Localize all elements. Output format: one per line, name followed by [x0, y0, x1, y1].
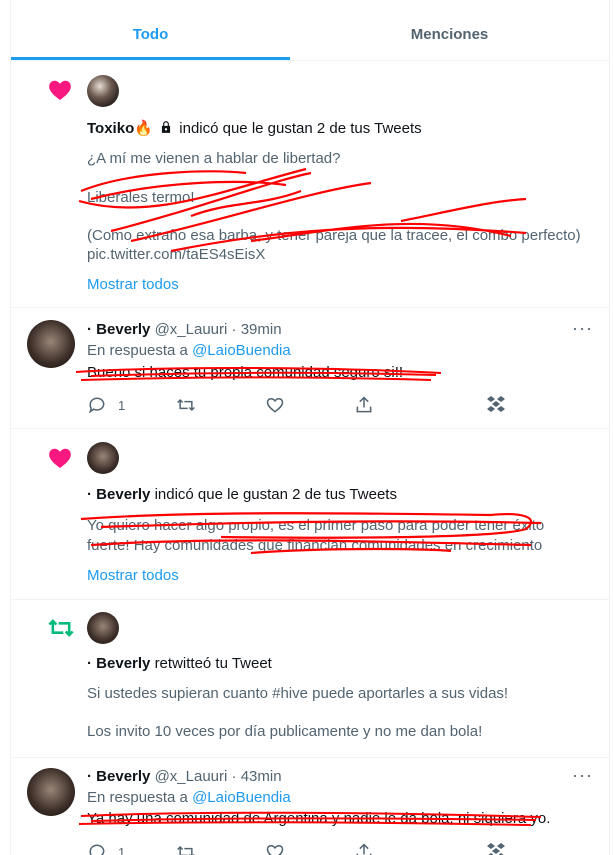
reply-label: En respuesta a	[87, 789, 188, 806]
reply-label: En respuesta a	[87, 342, 188, 359]
tweet-link[interactable]: pic.twitter.com/taES4sEisX	[87, 245, 265, 265]
more-options-icon[interactable]: ···	[572, 765, 593, 786]
retweet-icon[interactable]	[176, 395, 196, 415]
name-prefix: ·	[87, 486, 92, 503]
user-name[interactable]: Beverly	[96, 655, 150, 672]
user-name[interactable]: Beverly	[96, 321, 150, 338]
reply-context: En respuesta a @LaioBuendia	[87, 341, 291, 361]
like-icon[interactable]	[265, 395, 285, 415]
tweet-text-line: fuerte! Hay comunidades que financian co…	[87, 537, 543, 554]
reply-to-link[interactable]: @LaioBuendia	[192, 342, 291, 359]
tweet-text: Ya hay una comunidad de Argentina y nadi…	[87, 810, 551, 827]
user-handle[interactable]: @x_Lauuri	[155, 768, 228, 785]
notification-action: indicó que le gustan 2 de tus Tweets	[154, 486, 397, 503]
avatar[interactable]	[27, 768, 75, 816]
show-all-link[interactable]: Mostrar todos	[87, 275, 179, 295]
tweet-text-line: Liberales termo!	[87, 189, 195, 206]
user-name[interactable]: Beverly	[96, 486, 150, 503]
avatar[interactable]	[87, 442, 119, 474]
analytics-icon[interactable]	[485, 395, 507, 413]
avatar[interactable]	[87, 612, 119, 644]
tweet-text-line: Si ustedes supieran cuanto #hive puede a…	[87, 685, 509, 702]
share-icon[interactable]	[354, 842, 374, 855]
user-name[interactable]: Toxiko	[87, 120, 134, 137]
heart-icon	[49, 448, 71, 468]
lock-icon	[162, 121, 171, 133]
analytics-icon[interactable]	[485, 842, 507, 855]
tweet-text-line: Los invito 10 veces por día publicamente…	[87, 723, 483, 740]
reply-tweet[interactable]: · Beverly @x_Lauuri · 39min ··· En respu…	[11, 308, 609, 429]
tweet-text: Bueno si haces tu propia comunidad segur…	[87, 364, 404, 381]
like-notification[interactable]: · Beverly indicó que le gustan 2 de tus …	[11, 429, 609, 600]
retweet-notification[interactable]: · Beverly retwitteó tu Tweet Si ustedes …	[11, 600, 609, 758]
notification-action: indicó que le gustan 2 de tus Tweets	[179, 120, 422, 137]
fire-emoji: 🔥	[134, 120, 153, 137]
tab-mentions[interactable]: Menciones	[290, 0, 609, 60]
name-prefix: ·	[87, 768, 92, 785]
reply-icon[interactable]	[87, 842, 107, 855]
notification-header: · Beverly indicó que le gustan 2 de tus …	[87, 485, 397, 505]
show-all-link[interactable]: Mostrar todos	[87, 566, 179, 586]
tab-all[interactable]: Todo	[11, 0, 290, 60]
avatar[interactable]	[27, 320, 75, 368]
timestamp[interactable]: 39min	[241, 321, 282, 338]
reply-to-link[interactable]: @LaioBuendia	[192, 789, 291, 806]
retweet-icon[interactable]	[176, 842, 196, 855]
share-icon[interactable]	[354, 395, 374, 415]
tweet-header: · Beverly @x_Lauuri · 43min	[87, 768, 282, 785]
name-prefix: ·	[87, 655, 92, 672]
notification-header: · Beverly retwitteó tu Tweet	[87, 654, 272, 674]
avatar[interactable]	[87, 75, 119, 107]
user-handle[interactable]: @x_Lauuri	[155, 321, 228, 338]
tweet-header: · Beverly @x_Lauuri · 39min	[87, 321, 282, 338]
notification-tabs: Todo Menciones	[11, 0, 609, 61]
like-notification[interactable]: Toxiko🔥 indicó que le gustan 2 de tus Tw…	[11, 61, 609, 308]
timestamp[interactable]: 43min	[241, 768, 282, 785]
reply-tweet[interactable]: · Beverly @x_Lauuri · 43min ··· En respu…	[11, 758, 609, 855]
like-icon[interactable]	[265, 842, 285, 855]
tweet-text-line: (Como extraño esa barba, y tener pareja …	[87, 227, 581, 244]
active-tab-indicator	[11, 57, 290, 60]
reply-icon[interactable]	[87, 395, 107, 415]
heart-icon	[49, 80, 71, 100]
retweet-icon	[48, 619, 74, 637]
reply-context: En respuesta a @LaioBuendia	[87, 788, 291, 808]
notification-action: retwitteó tu Tweet	[154, 655, 272, 672]
notifications-panel: Todo Menciones Toxiko🔥 indicó que le gus…	[10, 0, 610, 855]
tweet-text-line: Yo quiero hacer algo propio, es el prime…	[87, 517, 545, 534]
tweet-text-line: ¿A mí me vienen a hablar de libertad?	[87, 150, 341, 167]
user-name[interactable]: Beverly	[96, 768, 150, 785]
reply-count: 1	[118, 398, 126, 413]
reply-count: 1	[118, 845, 126, 855]
more-options-icon[interactable]: ···	[572, 318, 593, 339]
name-prefix: ·	[87, 321, 92, 338]
notification-header: Toxiko🔥 indicó que le gustan 2 de tus Tw…	[87, 119, 422, 139]
